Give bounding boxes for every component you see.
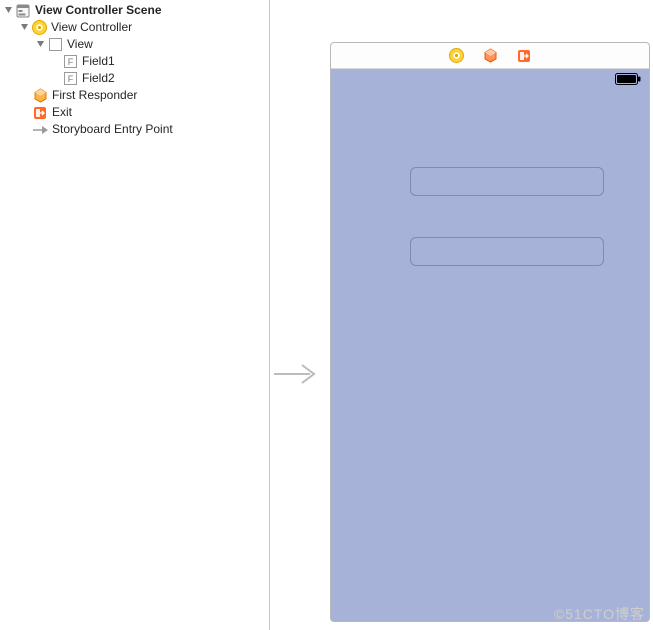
simulated-status-bar xyxy=(331,69,649,89)
outline-row-view-controller[interactable]: View Controller xyxy=(0,19,269,36)
textfield-icon: F xyxy=(62,71,78,87)
scene-icon xyxy=(15,3,31,19)
svg-text:F: F xyxy=(67,74,73,84)
outline-row-field2[interactable]: F Field2 xyxy=(0,70,269,87)
device-scene-frame[interactable] xyxy=(330,42,650,622)
entry-point-label: Storyboard Entry Point xyxy=(52,121,173,138)
first-responder-icon xyxy=(32,88,48,104)
dock-first-responder-icon[interactable] xyxy=(482,48,498,64)
outline-row-scene[interactable]: View Controller Scene xyxy=(0,2,269,19)
dock-view-controller-icon[interactable] xyxy=(448,48,464,64)
canvas-text-field-2[interactable] xyxy=(410,237,604,266)
field1-label: Field1 xyxy=(82,53,115,70)
canvas-text-field-1[interactable] xyxy=(410,167,604,196)
outline-row-field1[interactable]: F Field1 xyxy=(0,53,269,70)
outline-row-view[interactable]: View xyxy=(0,36,269,53)
view-controller-icon xyxy=(31,20,47,36)
dock-exit-icon[interactable] xyxy=(516,48,532,64)
entry-point-arrow-icon xyxy=(32,122,48,138)
storyboard-entry-arrow-icon[interactable] xyxy=(274,362,322,389)
first-responder-label: First Responder xyxy=(52,87,137,104)
exit-label: Exit xyxy=(52,104,72,121)
exit-icon xyxy=(32,105,48,121)
outline-row-entry-point[interactable]: Storyboard Entry Point xyxy=(0,121,269,138)
disclosure-triangle-icon[interactable] xyxy=(20,23,29,32)
outline-row-first-responder[interactable]: First Responder xyxy=(0,87,269,104)
scene-label: View Controller Scene xyxy=(35,2,162,19)
scene-dock[interactable] xyxy=(331,43,649,69)
document-outline-panel[interactable]: View Controller Scene View Controller xyxy=(0,0,270,630)
watermark-text: ©51CTO博客 xyxy=(554,604,645,624)
outline-row-exit[interactable]: Exit xyxy=(0,104,269,121)
view-icon xyxy=(47,37,63,53)
interface-builder-canvas[interactable]: ©51CTO博客 xyxy=(270,0,653,630)
disclosure-triangle-icon[interactable] xyxy=(4,6,13,15)
field2-label: Field2 xyxy=(82,70,115,87)
disclosure-triangle-icon[interactable] xyxy=(36,40,45,49)
textfield-icon: F xyxy=(62,54,78,70)
view-controller-label: View Controller xyxy=(51,19,132,36)
svg-text:F: F xyxy=(67,57,73,67)
battery-icon xyxy=(615,73,641,88)
view-label: View xyxy=(67,36,93,53)
